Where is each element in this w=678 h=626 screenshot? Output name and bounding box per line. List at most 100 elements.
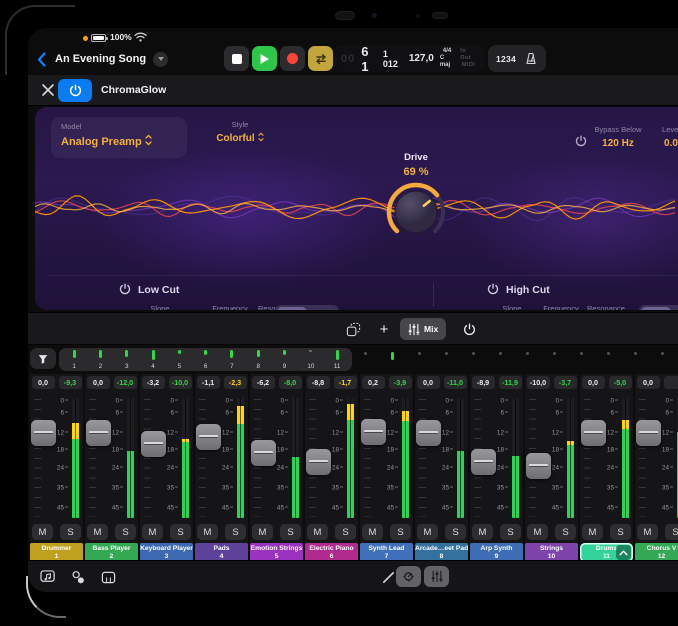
overview-strip[interactable]: 1234567891011 (59, 348, 678, 371)
song-menu[interactable]: An Evening Song (55, 49, 168, 69)
drive-control[interactable]: Drive 69 % (380, 152, 452, 249)
fader-handle[interactable] (636, 420, 661, 446)
edit-button[interactable] (378, 567, 398, 587)
mute-button[interactable]: M (87, 524, 108, 540)
style-selector[interactable]: Style Colorful (195, 120, 285, 145)
mute-button[interactable]: M (252, 524, 273, 540)
fader-handle[interactable] (251, 440, 276, 466)
volume-value[interactable]: -3,2 (142, 376, 165, 389)
overview-track-cell[interactable]: 8 (245, 348, 271, 371)
count-in-button[interactable]: 1234 (496, 54, 516, 64)
pre-option[interactable]: Pre (277, 307, 308, 311)
close-icon[interactable] (41, 83, 55, 97)
fader-handle[interactable] (141, 431, 166, 457)
overview-track-cell[interactable]: 9 (271, 348, 297, 371)
high-cut-prepost-toggle[interactable]: Pre Post (639, 305, 678, 310)
overview-track-cell[interactable]: 2 (87, 348, 113, 371)
solo-button[interactable]: S (445, 524, 466, 540)
solo-button[interactable]: S (610, 524, 631, 540)
play-surface-button[interactable] (98, 567, 118, 587)
post-option[interactable]: Post (307, 307, 338, 311)
mute-button[interactable]: M (527, 524, 548, 540)
peak-level-value[interactable]: -11,9 (499, 376, 522, 389)
peak-level-value[interactable]: -2,3 (224, 376, 247, 389)
peak-level-value[interactable] (664, 376, 678, 389)
solo-button[interactable]: S (170, 524, 191, 540)
peak-level-value[interactable]: -3,9 (389, 376, 412, 389)
peak-level-value[interactable]: -12,0 (114, 376, 137, 389)
drive-knob[interactable] (384, 180, 448, 244)
bypass-power-icon[interactable] (575, 135, 587, 147)
fader-handle[interactable] (361, 419, 386, 445)
peak-level-value[interactable]: -1,7 (334, 376, 357, 389)
overview-track-cell[interactable]: 1 (61, 348, 87, 371)
peak-level-value[interactable]: -5,0 (609, 376, 632, 389)
level-control[interactable]: Level 0.0 (645, 125, 678, 149)
volume-value[interactable]: -6,2 (252, 376, 275, 389)
metronome-icon[interactable] (524, 52, 538, 66)
overview-track-cell[interactable]: 6 (192, 348, 218, 371)
pre-option[interactable]: Pre (641, 307, 672, 311)
volume-value[interactable]: 0,2 (362, 376, 385, 389)
mute-button[interactable]: M (307, 524, 328, 540)
stop-button[interactable] (224, 46, 249, 71)
volume-value[interactable]: 0,0 (87, 376, 110, 389)
overview-track-cell[interactable]: 10 (298, 348, 324, 371)
volume-value[interactable]: -10,0 (527, 376, 550, 389)
mute-button[interactable]: M (582, 524, 603, 540)
model-selector[interactable]: Model Analog Preamp (51, 117, 187, 158)
bypass-below-control[interactable]: Bypass Below 120 Hz (587, 125, 649, 149)
controls-view-button[interactable] (396, 566, 421, 587)
peak-level-value[interactable]: -11,0 (444, 376, 467, 389)
mute-button[interactable]: M (142, 524, 163, 540)
paste-settings-button[interactable] (340, 318, 366, 340)
overview-track-cell[interactable]: 3 (114, 348, 140, 371)
high-cut-power-icon[interactable] (487, 283, 499, 295)
volume-value[interactable]: 0,0 (637, 376, 660, 389)
faders-view-button[interactable] (424, 566, 449, 587)
volume-value[interactable]: 0,0 (582, 376, 605, 389)
solo-button[interactable]: S (335, 524, 356, 540)
fader-handle[interactable] (581, 420, 606, 446)
cycle-button[interactable] (308, 46, 333, 71)
plugins-button[interactable] (68, 567, 88, 587)
mute-button[interactable]: M (417, 524, 438, 540)
fader-handle[interactable] (86, 420, 111, 446)
fader-handle[interactable] (196, 424, 221, 450)
volume-value[interactable]: -8,8 (307, 376, 330, 389)
overview-visible-window[interactable]: 1234567891011 (59, 348, 352, 371)
overview-track-cell[interactable]: 7 (219, 348, 245, 371)
volume-value[interactable]: -8,9 (472, 376, 495, 389)
solo-button[interactable]: S (390, 524, 411, 540)
solo-button[interactable]: S (60, 524, 81, 540)
solo-button[interactable]: S (280, 524, 301, 540)
solo-button[interactable]: S (500, 524, 521, 540)
collapse-button[interactable] (616, 545, 631, 560)
mute-button[interactable]: M (32, 524, 53, 540)
solo-button[interactable]: S (225, 524, 246, 540)
post-option[interactable]: Post (671, 307, 678, 311)
peak-level-value[interactable]: -9,3 (59, 376, 82, 389)
fader-handle[interactable] (471, 449, 496, 475)
plugin-power-button[interactable] (58, 79, 92, 102)
solo-button[interactable]: S (115, 524, 136, 540)
volume-value[interactable]: -1,1 (197, 376, 220, 389)
mix-view-button[interactable]: Mix (400, 318, 446, 340)
mute-button[interactable]: M (637, 524, 658, 540)
mute-button[interactable]: M (472, 524, 493, 540)
low-cut-prepost-toggle[interactable]: Pre Post (275, 305, 339, 310)
volume-value[interactable]: 0,0 (32, 376, 55, 389)
high-cut-resonance[interactable]: Resonance 0.71 (576, 304, 636, 310)
volume-value[interactable]: 0,0 (417, 376, 440, 389)
fader-handle[interactable] (306, 449, 331, 475)
mute-button[interactable]: M (197, 524, 218, 540)
add-track-button[interactable]: + (373, 318, 395, 340)
mute-button[interactable]: M (362, 524, 383, 540)
fader-handle[interactable] (526, 453, 551, 479)
low-cut-slope[interactable]: Slope 24 dB/Oct (130, 304, 190, 310)
fader-handle[interactable] (416, 420, 441, 446)
overview-track-cell[interactable]: 4 (140, 348, 166, 371)
solo-button[interactable]: S (555, 524, 576, 540)
mixer-power-button[interactable] (456, 318, 482, 340)
play-button[interactable] (252, 46, 277, 71)
